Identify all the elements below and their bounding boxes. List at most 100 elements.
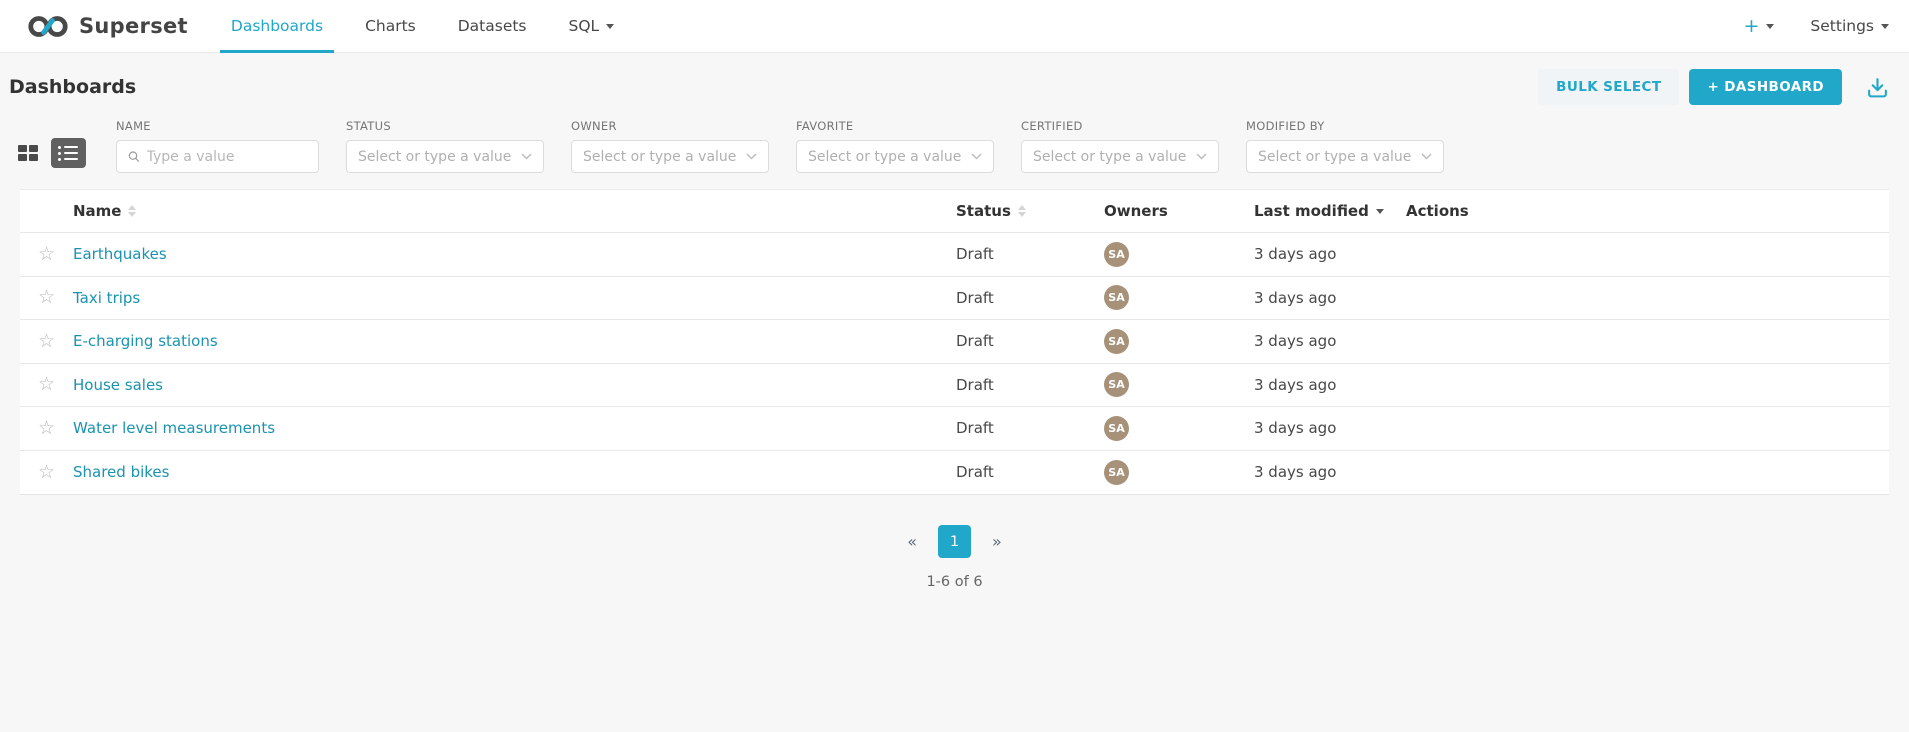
add-dashboard-button[interactable]: + DASHBOARD <box>1689 69 1842 105</box>
dashboards-table: Name Status Owners Last modified Actions… <box>20 189 1889 495</box>
table-row: ☆ House sales Draft SA 3 days ago <box>20 364 1889 408</box>
owner-filter-select[interactable]: Select or type a value <box>571 140 769 173</box>
import-dashboard-button[interactable] <box>1866 76 1889 99</box>
chevron-down-icon <box>1766 24 1774 29</box>
dashboard-link[interactable]: Water level measurements <box>73 419 275 437</box>
chevron-down-icon <box>606 24 614 29</box>
favorite-star-icon[interactable]: ☆ <box>38 245 55 264</box>
last-modified-text: 3 days ago <box>1254 332 1336 350</box>
search-icon <box>128 150 140 163</box>
pagination: « 1 » <box>0 525 1909 558</box>
dashboard-link[interactable]: Taxi trips <box>73 289 140 307</box>
sort-icon <box>128 205 136 217</box>
status-text: Draft <box>956 332 994 350</box>
nav-tab-label: SQL <box>569 17 600 35</box>
table-header-row: Name Status Owners Last modified Actions <box>20 190 1889 233</box>
settings-menu[interactable]: Settings <box>1810 17 1889 35</box>
new-item-menu[interactable]: + <box>1744 17 1775 36</box>
filter-bar: NAME STATUS Select or type a value OWNER… <box>0 113 1909 189</box>
favorite-filter-select[interactable]: Select or type a value <box>796 140 994 173</box>
download-icon <box>1866 76 1889 99</box>
favorite-star-icon[interactable]: ☆ <box>38 375 55 394</box>
favorite-star-icon[interactable]: ☆ <box>38 463 55 482</box>
nav-tab-label: Datasets <box>458 17 527 35</box>
select-placeholder: Select or type a value <box>1033 149 1186 165</box>
certified-filter-select[interactable]: Select or type a value <box>1021 140 1219 173</box>
filter-name: NAME <box>116 119 319 173</box>
owner-avatar: SA <box>1104 416 1129 441</box>
view-toggles <box>18 138 86 173</box>
last-modified-text: 3 days ago <box>1254 463 1336 481</box>
next-page-button[interactable]: » <box>992 532 1002 551</box>
owner-avatar: SA <box>1104 285 1129 310</box>
chevron-down-icon <box>746 153 757 160</box>
owner-avatar: SA <box>1104 329 1129 354</box>
select-placeholder: Select or type a value <box>583 149 736 165</box>
nav-tab-sql[interactable]: SQL <box>548 0 636 52</box>
filter-label: FAVORITE <box>796 119 994 133</box>
filter-modified-by: MODIFIED BY Select or type a value <box>1246 119 1444 173</box>
status-filter-select[interactable]: Select or type a value <box>346 140 544 173</box>
status-text: Draft <box>956 463 994 481</box>
status-text: Draft <box>956 289 994 307</box>
table-row: ☆ Shared bikes Draft SA 3 days ago <box>20 451 1889 495</box>
main-nav: Dashboards Charts Datasets SQL <box>210 0 635 52</box>
bulk-select-button[interactable]: BULK SELECT <box>1538 69 1679 105</box>
select-placeholder: Select or type a value <box>358 149 511 165</box>
row-count-text: 1-6 of 6 <box>0 574 1909 590</box>
name-filter-input[interactable] <box>147 149 307 165</box>
nav-tab-label: Charts <box>365 17 416 35</box>
filter-favorite: FAVORITE Select or type a value <box>796 119 994 173</box>
filter-label: MODIFIED BY <box>1246 119 1444 133</box>
status-text: Draft <box>956 419 994 437</box>
column-header-actions: Actions <box>1406 202 1889 220</box>
owner-avatar: SA <box>1104 372 1129 397</box>
page-actions: BULK SELECT + DASHBOARD <box>1538 69 1889 105</box>
status-text: Draft <box>956 245 994 263</box>
filter-label: CERTIFIED <box>1021 119 1219 133</box>
list-view-icon <box>58 146 86 149</box>
modified-by-filter-select[interactable]: Select or type a value <box>1246 140 1444 173</box>
owner-avatar: SA <box>1104 242 1129 267</box>
favorite-star-icon[interactable]: ☆ <box>38 288 55 307</box>
chevron-down-icon <box>1196 153 1207 160</box>
table-row: ☆ E-charging stations Draft SA 3 days ag… <box>20 320 1889 364</box>
brand-name: Superset <box>79 14 188 38</box>
last-modified-text: 3 days ago <box>1254 245 1336 263</box>
navbar: Superset Dashboards Charts Datasets SQL … <box>0 0 1909 53</box>
select-placeholder: Select or type a value <box>1258 149 1411 165</box>
owner-avatar: SA <box>1104 460 1129 485</box>
last-modified-text: 3 days ago <box>1254 376 1336 394</box>
column-header-status[interactable]: Status <box>956 202 1104 220</box>
prev-page-button[interactable]: « <box>907 532 917 551</box>
dashboard-link[interactable]: Earthquakes <box>73 245 167 263</box>
nav-tab-datasets[interactable]: Datasets <box>437 0 548 52</box>
dashboard-link[interactable]: House sales <box>73 376 163 394</box>
filter-owner: OWNER Select or type a value <box>571 119 769 173</box>
status-text: Draft <box>956 376 994 394</box>
card-view-toggle[interactable] <box>18 145 38 161</box>
table-row: ☆ Taxi trips Draft SA 3 days ago <box>20 277 1889 321</box>
page-header: Dashboards BULK SELECT + DASHBOARD <box>0 53 1909 113</box>
nav-tab-dashboards[interactable]: Dashboards <box>210 0 344 52</box>
chevron-down-icon <box>1881 24 1889 29</box>
filter-label: STATUS <box>346 119 544 133</box>
superset-logo[interactable]: Superset <box>26 0 188 52</box>
table-row: ☆ Water level measurements Draft SA 3 da… <box>20 407 1889 451</box>
column-header-last-modified[interactable]: Last modified <box>1254 202 1406 220</box>
favorite-star-icon[interactable]: ☆ <box>38 332 55 351</box>
column-header-name[interactable]: Name <box>73 202 956 220</box>
filter-label: OWNER <box>571 119 769 133</box>
navbar-right: + Settings <box>1744 0 1890 52</box>
last-modified-text: 3 days ago <box>1254 289 1336 307</box>
dashboard-link[interactable]: E-charging stations <box>73 332 218 350</box>
list-view-toggle[interactable] <box>51 138 86 168</box>
column-header-owners: Owners <box>1104 202 1254 220</box>
chevron-down-icon <box>971 153 982 160</box>
dashboard-link[interactable]: Shared bikes <box>73 463 169 481</box>
filter-label: NAME <box>116 119 319 133</box>
plus-icon: + <box>1744 17 1760 36</box>
favorite-star-icon[interactable]: ☆ <box>38 419 55 438</box>
nav-tab-charts[interactable]: Charts <box>344 0 437 52</box>
page-1-button[interactable]: 1 <box>938 525 971 558</box>
